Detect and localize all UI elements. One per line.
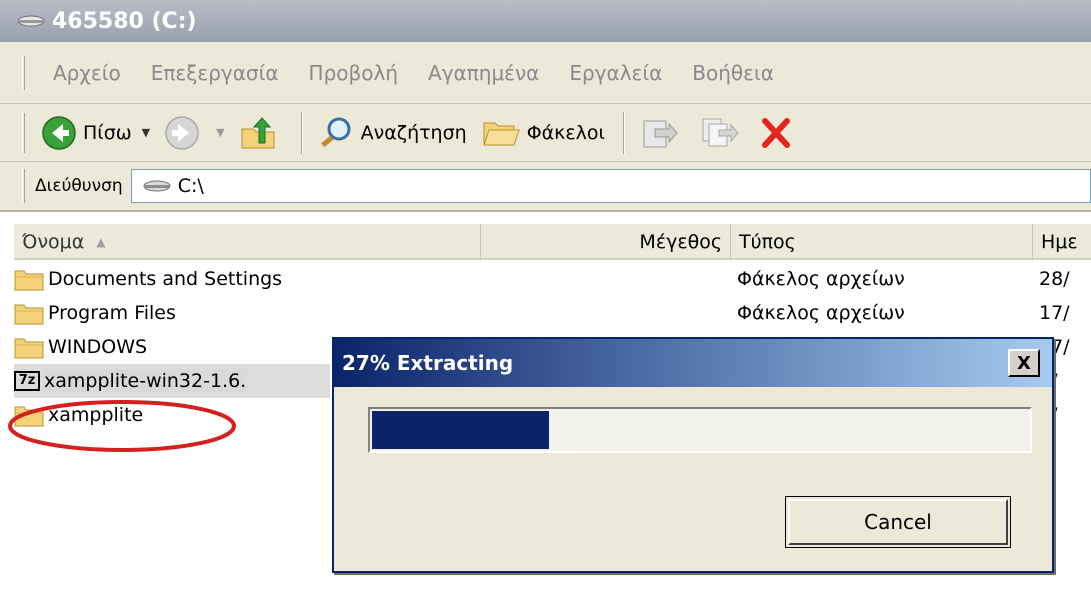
file-date: 17/ xyxy=(1039,302,1070,324)
file-type: Φάκελος αρχείων xyxy=(737,268,905,290)
folders-button-label: Φάκελοι xyxy=(526,121,605,144)
window-title: 465580 (C:) xyxy=(52,8,197,34)
folder-icon xyxy=(14,338,44,359)
toolbar-separator xyxy=(300,111,303,154)
forward-dropdown-icon[interactable]: ▼ xyxy=(216,126,224,139)
column-header-date[interactable]: Ημε xyxy=(1033,224,1091,260)
column-headers: Όνομα ▲ Μέγεθος Τύπος Ημε xyxy=(14,224,1091,260)
file-type: Φάκελος αρχείων xyxy=(737,302,905,324)
cancel-button-label: Cancel xyxy=(864,510,932,534)
window-title-bar[interactable]: 465580 (C:) xyxy=(0,0,1091,42)
close-button[interactable]: X xyxy=(1008,349,1040,377)
toolbar-grip[interactable] xyxy=(22,112,25,153)
address-bar: Διεύθυνση C:\ xyxy=(0,162,1091,212)
address-input[interactable]: C:\ xyxy=(130,169,1091,203)
search-button-label: Αναζήτηση xyxy=(360,121,467,144)
folder-icon xyxy=(14,270,44,291)
address-value: C:\ xyxy=(177,175,204,197)
column-header-date-label: Ημε xyxy=(1041,231,1078,253)
extract-progress-dialog: 27% Extracting X Cancel xyxy=(332,337,1054,573)
back-button[interactable]: Πίσω ▼ xyxy=(41,115,150,151)
up-folder-button[interactable] xyxy=(239,115,283,151)
back-arrow-icon xyxy=(42,115,76,150)
move-to-icon xyxy=(643,120,678,147)
search-icon xyxy=(320,117,351,147)
search-button[interactable]: Αναζήτηση xyxy=(317,115,467,151)
toolbar-separator xyxy=(622,111,625,154)
up-folder-icon xyxy=(241,116,275,148)
move-to-button[interactable] xyxy=(639,115,685,151)
progress-bar xyxy=(368,407,1032,453)
menu-tools[interactable]: Εργαλεία xyxy=(569,61,662,85)
close-icon: X xyxy=(1017,352,1031,374)
file-row-documents-and-settings[interactable]: Documents and Settings Φάκελος αρχείων 2… xyxy=(14,262,1091,296)
menu-bar-grip[interactable] xyxy=(22,55,25,90)
delete-icon xyxy=(761,117,790,148)
menu-view[interactable]: Προβολή xyxy=(309,61,398,85)
column-header-name-label: Όνομα xyxy=(22,231,85,253)
column-header-type-label: Τύπος xyxy=(739,231,796,253)
copy-to-button[interactable] xyxy=(699,115,745,151)
file-name: Program Files xyxy=(48,302,176,324)
drive-icon xyxy=(143,180,171,192)
annotation-ellipse xyxy=(8,400,236,452)
column-header-size[interactable]: Μέγεθος xyxy=(481,224,731,260)
dialog-title-bar[interactable]: 27% Extracting xyxy=(334,339,1052,387)
back-dropdown-icon[interactable]: ▼ xyxy=(142,126,150,139)
cancel-button[interactable]: Cancel xyxy=(785,496,1011,548)
menu-bar: Αρχείο Επεξεργασία Προβολή Αγαπημένα Εργ… xyxy=(0,42,1091,104)
column-header-type[interactable]: Τύπος xyxy=(731,224,1033,260)
forward-arrow-icon xyxy=(165,115,199,150)
delete-button[interactable] xyxy=(759,115,799,151)
column-header-size-label: Μέγεθος xyxy=(639,231,722,253)
sort-ascending-icon: ▲ xyxy=(96,235,106,249)
menu-help[interactable]: Βοήθεια xyxy=(692,61,774,85)
folder-icon xyxy=(14,304,44,325)
copy-to-icon xyxy=(702,118,739,146)
7z-archive-icon: 7z xyxy=(14,371,40,391)
address-bar-grip[interactable] xyxy=(22,169,25,203)
menu-edit[interactable]: Επεξεργασία xyxy=(151,61,279,85)
address-label: Διεύθυνση xyxy=(35,176,123,196)
file-name: WINDOWS xyxy=(48,336,148,358)
file-date: 28/ xyxy=(1039,268,1070,290)
toolbar: Πίσω ▼ ▼ Αναζήτηση Φάκελοι xyxy=(0,104,1091,162)
column-header-name[interactable]: Όνομα ▲ xyxy=(14,224,481,260)
file-name: Documents and Settings xyxy=(48,268,283,290)
progress-fill xyxy=(372,411,550,449)
menu-favorites[interactable]: Αγαπημένα xyxy=(428,61,539,85)
menu-file[interactable]: Αρχείο xyxy=(53,61,121,85)
back-button-label: Πίσω xyxy=(83,121,132,144)
file-name: xampplite-win32-1.6. xyxy=(44,370,247,392)
drive-icon xyxy=(17,15,45,27)
file-row-program-files[interactable]: Program Files Φάκελος αρχείων 17/ xyxy=(14,296,1091,330)
dialog-title: 27% Extracting xyxy=(342,351,514,375)
folders-button[interactable]: Φάκελοι xyxy=(481,115,605,151)
folders-icon xyxy=(482,122,520,145)
forward-button[interactable]: ▼ xyxy=(164,115,225,151)
